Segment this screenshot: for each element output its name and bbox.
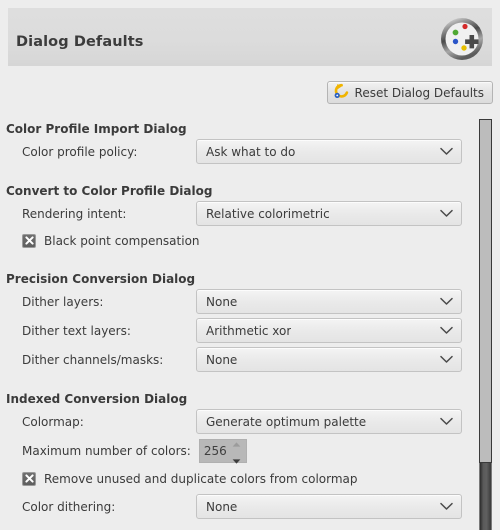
dropdown-value-dither-channels-masks: None [206,352,238,367]
section-heading-color-profile-import-dialog: Color Profile Import Dialog [6,122,187,136]
dropdown-value-colormap: Generate optimum palette [206,414,367,429]
spinner-buttons[interactable] [229,440,246,464]
section-heading-indexed-conversion-dialog: Indexed Conversion Dialog [6,392,188,406]
checkbox-row-remove-unused-and-duplicate-colors-from-colorm[interactable]: Remove unused and duplicate colors from … [22,466,474,492]
reset-dialog-defaults-label: Reset Dialog Defaults [354,85,484,100]
section-heading-precision-conversion-dialog: Precision Conversion Dialog [6,272,196,286]
checkbox-row-black-point-compensation[interactable]: Black point compensation [22,228,474,254]
chevron-down-icon [440,319,453,342]
section-heading-convert-to-color-profile-dialog: Convert to Color Profile Dialog [6,184,213,198]
label-maximum-number-of-colors: Maximum number of colors: [22,444,191,458]
dropdown-colormap[interactable]: Generate optimum palette [196,409,462,434]
spinner-maximum-number-of-colors[interactable]: 256 [198,439,247,464]
chevron-down-icon [440,140,453,163]
dropdown-value-color-profile-policy: Ask what to do [206,144,296,159]
dropdown-rendering-intent[interactable]: Relative colorimetric [196,201,462,226]
label-dither-layers: Dither layers: [22,294,104,309]
reset-arrow-icon [333,83,350,103]
chevron-down-icon [440,202,453,225]
dropdown-value-dither-text-layers: Arithmetic xor [206,323,292,338]
dropdown-dither-layers[interactable]: None [196,289,462,314]
preferences-content: Color Profile Import Dialog Color profile… [0,112,474,521]
checkbox-label-black-point-compensation: Black point compensation [44,234,200,248]
dropdown-dither-channels-masks[interactable]: None [196,347,462,372]
dialog-defaults-icon [440,17,484,61]
spinner-value-maximum-number-of-colors[interactable]: 256 [200,440,229,462]
check-x-icon [24,472,34,486]
label-dither-text-layers: Dither text layers: [22,323,131,338]
vertical-scrollbar[interactable] [478,112,493,530]
label-colormap: Colormap: [22,414,84,429]
check-x-icon [24,234,34,248]
scrollbar-thumb[interactable] [479,119,492,463]
chevron-down-icon [440,290,453,313]
checkbox-black-point-compensation[interactable] [22,234,36,248]
setting-row-rendering-intent: Rendering intent: Relative colorimetric [22,199,474,228]
page-title: Dialog Defaults [16,34,144,50]
dropdown-dither-text-layers[interactable]: Arithmetic xor [196,318,462,343]
chevron-down-icon [440,410,453,433]
setting-row-colormap: Colormap: Generate optimum palette [22,407,474,436]
checkbox-remove-unused-and-duplicate-colors-from-colorm[interactable] [22,472,36,486]
dropdown-value-dither-layers: None [206,294,238,309]
dialog-header-bar: Dialog Defaults [8,8,492,66]
chevron-down-icon [440,348,453,371]
dropdown-color-dithering[interactable]: None [196,494,462,519]
setting-row-dither-layers: Dither layers: None [22,287,474,316]
dropdown-value-color-dithering: None [206,499,238,514]
setting-row-color-profile-policy: Color profile policy: Ask what to do [22,137,474,166]
label-dither-channels-masks: Dither channels/masks: [22,352,164,367]
checkbox-label-remove-unused-and-duplicate-colors-from-colorm: Remove unused and duplicate colors from … [44,472,358,486]
spinner-row-maximum-number-of-colors: Maximum number of colors: 256 [22,436,474,466]
dropdown-color-profile-policy[interactable]: Ask what to do [196,139,462,164]
label-rendering-intent: Rendering intent: [22,206,127,221]
spinner-up-icon[interactable] [232,436,241,450]
reset-dialog-defaults-button[interactable]: Reset Dialog Defaults [326,81,493,104]
spinner-down-icon[interactable] [232,453,241,467]
setting-row-dither-text-layers: Dither text layers: Arithmetic xor [22,316,474,345]
setting-row-dither-channels-masks: Dither channels/masks: None [22,345,474,374]
preferences-scroll-area[interactable]: Color Profile Import Dialog Color profile… [0,112,500,530]
label-color-dithering: Color dithering: [22,499,116,514]
chevron-down-icon [440,495,453,518]
label-color-profile-policy: Color profile policy: [22,144,138,159]
setting-row-color-dithering: Color dithering: None [22,492,474,521]
dropdown-value-rendering-intent: Relative colorimetric [206,206,330,221]
